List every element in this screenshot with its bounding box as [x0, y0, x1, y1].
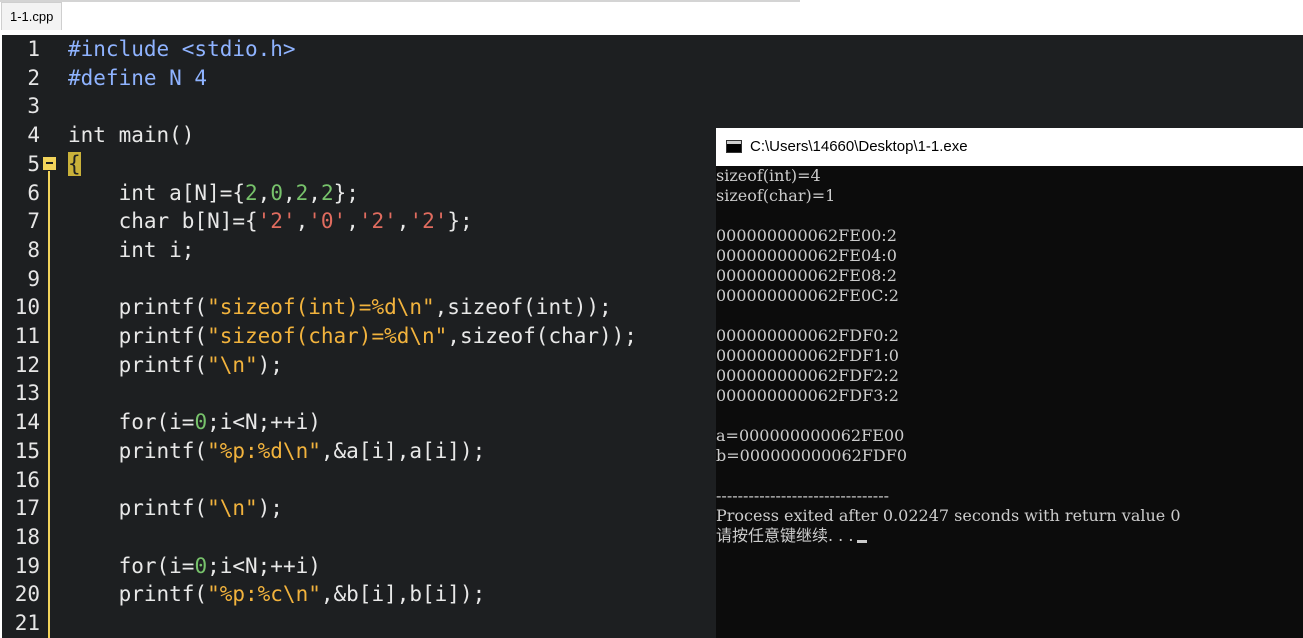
line-number: 4	[27, 123, 40, 148]
console-line-text: sizeof(char)=1	[716, 186, 836, 205]
line-number: 3	[27, 94, 40, 119]
line-number: 18	[14, 524, 40, 549]
console-line-text: 000000000062FE04:0	[716, 246, 897, 265]
console-line-text: Process exited after 0.02247 seconds wit…	[716, 506, 1181, 525]
line-number: 12	[14, 352, 40, 377]
console-line-text: 请按任意键继续. . .	[716, 526, 854, 545]
line-number-gutter: 1 2 3 4 5 6 7 8 9 10 11 12 13 14 15 16 17 18 19 20 21	[2, 35, 48, 638]
code-line[interactable]: int i;	[68, 236, 195, 265]
console-line-text: --------------------------------	[716, 486, 889, 505]
console-title-bar[interactable]: C:\Users\14660\Desktop\1-1.exe	[716, 128, 1303, 166]
console-line: 000000000062FE04:0	[716, 246, 897, 266]
console-line-text: 000000000062FE08:2	[716, 266, 897, 285]
code-line[interactable]: char b[N]={'2','0','2','2'};	[68, 207, 473, 236]
console-line-text: b=000000000062FDF0	[716, 446, 908, 465]
console-line-text: 000000000062FE00:2	[716, 226, 897, 245]
console-line: sizeof(char)=1	[716, 186, 835, 206]
code-line[interactable]: {	[68, 150, 81, 179]
line-number: 16	[14, 467, 40, 492]
console-line-text: sizeof(int)=4	[716, 166, 821, 185]
console-line: a=000000000062FE00	[716, 426, 904, 446]
console-line-text: 000000000062FDF3:2	[716, 386, 899, 405]
console-line: 000000000062FE08:2	[716, 266, 897, 286]
console-title: C:\Users\14660\Desktop\1-1.exe	[750, 138, 968, 155]
console-line-text: 000000000062FDF2:2	[716, 366, 899, 385]
console-line: --------------------------------	[716, 486, 889, 506]
code-line[interactable]: printf("sizeof(char)=%d\n",sizeof(char))…	[68, 322, 637, 351]
fold-region-line	[48, 171, 50, 638]
line-number: 14	[14, 410, 40, 435]
code-line[interactable]: #include <stdio.h>	[68, 35, 296, 64]
console-line: 000000000062FDF0:2	[716, 326, 899, 346]
line-number: 10	[14, 295, 40, 320]
line-number: 1	[27, 37, 40, 61]
code-line[interactable]: for(i=0;i<N;++i)	[68, 552, 321, 581]
console-line: 000000000062FDF2:2	[716, 366, 899, 386]
line-number: 7	[27, 209, 40, 234]
line-number: 13	[14, 381, 40, 406]
console-line: sizeof(int)=4	[716, 166, 821, 186]
console-line: 000000000062FE00:2	[716, 226, 897, 246]
tab-bar: 1-1.cpp	[0, 0, 1303, 33]
console-app-icon	[726, 140, 742, 153]
console-line: b=000000000062FDF0	[716, 446, 907, 466]
console-line: 请按任意键继续. . .	[716, 526, 868, 546]
line-number: 6	[27, 180, 40, 205]
code-line[interactable]: int main()	[68, 121, 194, 150]
console-line: 000000000062FDF1:0	[716, 346, 899, 366]
console-line: 000000000062FDF3:2	[716, 386, 899, 406]
line-number: 15	[14, 438, 40, 463]
line-number: 8	[27, 237, 40, 262]
console-cursor	[857, 540, 868, 543]
code-line[interactable]: printf("%p:%d\n",&a[i],a[i]);	[68, 437, 486, 466]
line-number: 19	[14, 553, 40, 578]
line-number: 11	[14, 324, 40, 348]
console-line-text: 000000000062FE0C:2	[716, 286, 899, 305]
line-number: 17	[14, 496, 40, 521]
console-line: Process exited after 0.02247 seconds wit…	[716, 506, 1181, 526]
code-line[interactable]: for(i=0;i<N;++i)	[68, 408, 321, 437]
tab-file-1-1-cpp[interactable]: 1-1.cpp	[1, 2, 63, 30]
line-number: 2	[27, 65, 40, 90]
code-line[interactable]: printf("sizeof(int)=%d\n",sizeof(int));	[68, 293, 612, 322]
code-line[interactable]: #define N 4	[68, 64, 207, 93]
console-line-text: 000000000062FDF0:2	[716, 326, 899, 345]
console-line: 000000000062FE0C:2	[716, 286, 899, 306]
line-number: 21	[14, 611, 40, 635]
code-line[interactable]: printf("%p:%c\n",&b[i],b[i]);	[68, 580, 486, 609]
code-line[interactable]: printf("\n");	[68, 494, 283, 523]
code-line[interactable]: printf("\n");	[68, 351, 283, 380]
line-number: 20	[14, 582, 40, 607]
code-line[interactable]: int a[N]={2,0,2,2};	[68, 179, 359, 208]
line-number: 5	[27, 151, 40, 176]
fold-collapse-icon[interactable]	[43, 157, 56, 170]
console-line-text: 000000000062FDF1:0	[716, 346, 899, 365]
tab-bar-top-border	[0, 0, 800, 2]
console-output: sizeof(int)=4 sizeof(char)=1 000000000062F…	[716, 166, 1303, 638]
line-number: 9	[27, 266, 40, 291]
console-window[interactable]: C:\Users\14660\Desktop\1-1.exe sizeof(in…	[716, 128, 1303, 638]
console-line-text: a=000000000062FE00	[716, 426, 905, 445]
